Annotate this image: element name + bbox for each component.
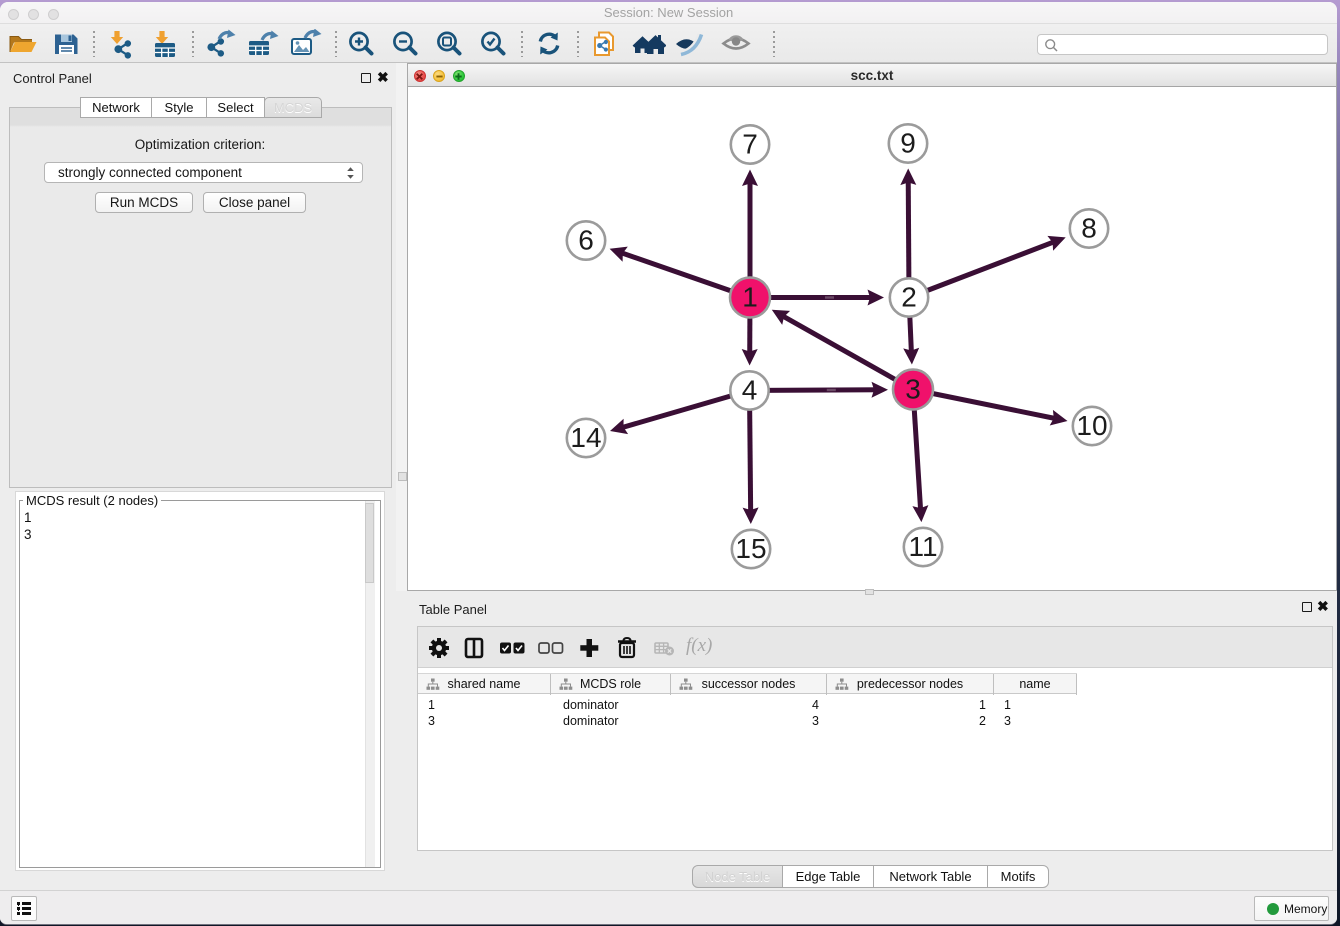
svg-text:2: 2	[901, 282, 917, 313]
svg-text:6: 6	[578, 225, 594, 256]
svg-text:3: 3	[905, 374, 921, 405]
svg-text:7: 7	[742, 129, 758, 160]
svg-text:14: 14	[570, 422, 601, 453]
svg-text:11: 11	[908, 531, 937, 562]
svg-text:8: 8	[1081, 213, 1097, 244]
svg-text:1: 1	[742, 282, 758, 313]
svg-text:15: 15	[735, 533, 766, 564]
svg-text:10: 10	[1076, 410, 1107, 441]
svg-text:9: 9	[900, 128, 916, 159]
svg-text:4: 4	[742, 375, 758, 406]
